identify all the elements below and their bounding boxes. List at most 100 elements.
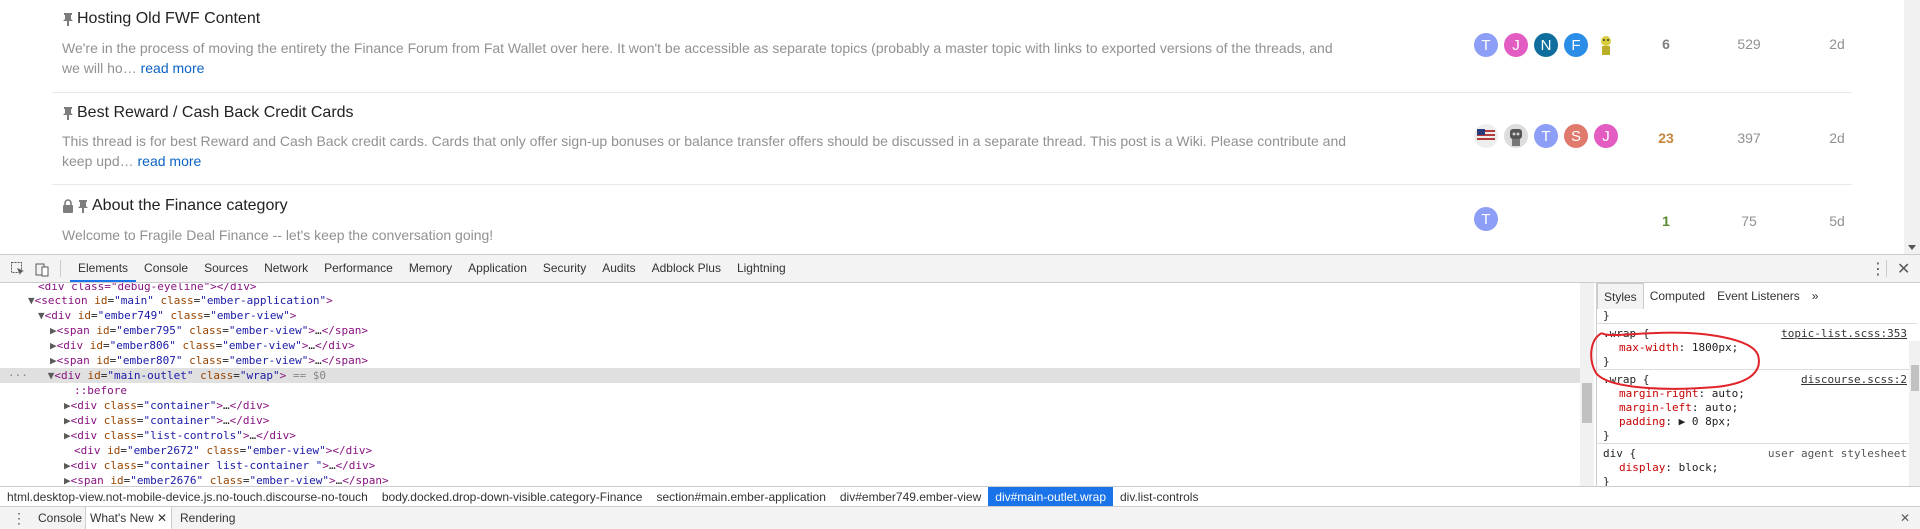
breadcrumb-item-selected[interactable]: div#main-outlet.wrap (988, 487, 1113, 507)
activity-time[interactable]: 5d (1807, 213, 1867, 229)
rule-selector[interactable]: div { (1603, 447, 1636, 461)
avatar[interactable]: J (1594, 124, 1618, 148)
tab-performance[interactable]: Performance (316, 255, 401, 282)
rule-selector[interactable]: .wrap { (1603, 373, 1649, 387)
elements-tree[interactable]: <div class="debug-eyeline"></div> ▼<sect… (0, 283, 1580, 486)
topic-title-text[interactable]: Best Reward / Cash Back Credit Cards (77, 104, 354, 122)
style-declaration[interactable]: margin-left: auto; (1619, 401, 1738, 415)
dom-node[interactable]: ▶<div class="list-controls">…</div> (0, 428, 1580, 443)
avatar[interactable] (1504, 124, 1528, 148)
collapse-triangle-icon[interactable]: ▶ (64, 414, 71, 427)
tab-audits[interactable]: Audits (594, 255, 643, 282)
dom-node[interactable]: ▶<span id="ember807" class="ember-view">… (0, 353, 1580, 368)
avatar[interactable]: F (1564, 33, 1588, 57)
avatar[interactable]: T (1474, 207, 1498, 231)
dom-node[interactable]: ▶<span id="ember795" class="ember-view">… (0, 323, 1580, 338)
avatar[interactable]: N (1534, 33, 1558, 57)
topic-title-text[interactable]: About the Finance category (92, 197, 288, 215)
activity-time[interactable]: 2d (1807, 36, 1867, 52)
avatar[interactable]: S (1564, 124, 1588, 148)
topic-title-link[interactable]: About the Finance category (62, 197, 288, 215)
style-declaration[interactable]: padding: ▶ 0 8px; (1619, 415, 1732, 429)
dom-node[interactable]: ▶<div class="container">…</div> (0, 398, 1580, 413)
dom-node-selected[interactable]: ··· ▼<div id="main-outlet" class="wrap">… (0, 368, 1580, 383)
drawer-tab-rendering[interactable]: Rendering (180, 507, 235, 529)
activity-time[interactable]: 2d (1807, 130, 1867, 146)
tab-event-listeners[interactable]: Event Listeners (1711, 283, 1806, 309)
avatar[interactable] (1474, 124, 1498, 148)
elements-scrollbar[interactable] (1580, 283, 1594, 486)
rule-source-link[interactable]: topic-list.scss:353 (1781, 327, 1907, 340)
scrollbar-thumb[interactable] (1582, 383, 1592, 423)
collapse-triangle-icon[interactable]: ▶ (64, 429, 71, 442)
dom-node[interactable]: ▶<div class="container">…</div> (0, 413, 1580, 428)
replies-count[interactable]: 6 (1636, 36, 1696, 52)
more-tabs-icon[interactable]: » (1806, 283, 1825, 309)
topic-title-link[interactable]: Hosting Old FWF Content (62, 10, 260, 28)
styles-scrollbar[interactable] (1909, 341, 1920, 486)
topic-row[interactable]: Best Reward / Cash Back Credit Cards Thi… (52, 93, 1852, 185)
dom-node[interactable]: ▶<span id="ember2676" class="ember-view"… (0, 473, 1580, 486)
tab-styles[interactable]: Styles (1597, 283, 1644, 309)
dom-node[interactable]: <div id="ember2672" class="ember-view"><… (0, 443, 1580, 458)
dom-node[interactable]: ::before (0, 383, 1580, 398)
avatar[interactable]: T (1534, 124, 1558, 148)
collapse-triangle-icon[interactable]: ▶ (64, 474, 71, 486)
close-drawer-icon[interactable]: ✕ (1900, 507, 1910, 529)
style-declaration[interactable]: display: block; (1619, 461, 1718, 475)
tab-computed[interactable]: Computed (1644, 283, 1711, 309)
dom-node[interactable]: ▶<div class="container list-container ">… (0, 458, 1580, 473)
avatar[interactable]: T (1474, 33, 1498, 57)
page-scrollbar[interactable] (1904, 0, 1920, 254)
breadcrumb-item[interactable]: div.list-controls (1113, 487, 1205, 507)
breadcrumb-item[interactable]: section#main.ember-application (649, 487, 832, 507)
tab-console[interactable]: Console (136, 255, 196, 282)
expand-triangle-icon[interactable]: ▼ (38, 309, 45, 322)
topic-title-link[interactable]: Best Reward / Cash Back Credit Cards (62, 104, 354, 122)
drawer-tab-whats-new[interactable]: What's New ✕ (85, 507, 173, 529)
scroll-down-arrow-icon[interactable] (1908, 245, 1916, 250)
rule-source-link[interactable]: discourse.scss:2 (1801, 373, 1907, 386)
device-toolbar-icon[interactable] (34, 261, 50, 277)
scrollbar-thumb[interactable] (1911, 365, 1919, 391)
ellipsis-icon[interactable]: ··· (8, 369, 28, 382)
collapse-triangle-icon[interactable]: ▶ (50, 354, 57, 367)
topic-title-text[interactable]: Hosting Old FWF Content (77, 10, 260, 28)
style-declaration[interactable]: max-width: 1800px; (1619, 341, 1738, 355)
tab-security[interactable]: Security (535, 255, 594, 282)
collapse-triangle-icon[interactable]: ▶ (64, 459, 71, 472)
tab-memory[interactable]: Memory (401, 255, 460, 282)
drawer-tab-console[interactable]: Console (38, 507, 82, 529)
tab-adblock-plus[interactable]: Adblock Plus (644, 255, 729, 282)
tab-network[interactable]: Network (256, 255, 316, 282)
replies-count[interactable]: 1 (1636, 213, 1696, 229)
close-tab-icon[interactable]: ✕ (157, 511, 167, 525)
dom-node[interactable]: ▶<div id="ember806" class="ember-view">…… (0, 338, 1580, 353)
tab-application[interactable]: Application (460, 255, 535, 282)
tab-elements[interactable]: Elements (70, 255, 137, 282)
collapse-triangle-icon[interactable]: ▶ (64, 399, 71, 412)
close-devtools-icon[interactable]: ✕ (1897, 259, 1910, 278)
dom-node[interactable]: ▼<div id="ember749" class="ember-view"> (0, 308, 1580, 323)
breadcrumb-item[interactable]: html.desktop-view.not-mobile-device.js.n… (0, 487, 375, 507)
avatar[interactable] (1594, 33, 1618, 57)
topic-row[interactable]: About the Finance category Welcome to Fr… (52, 185, 1852, 254)
expand-triangle-icon[interactable]: ▼ (28, 294, 35, 307)
drawer-tab-label[interactable]: What's New (90, 511, 154, 525)
drawer-menu-icon[interactable]: ⋮ (12, 507, 26, 529)
replies-count[interactable]: 23 (1636, 130, 1696, 146)
breadcrumb-item[interactable]: body.docked.drop-down-visible.category-F… (375, 487, 650, 507)
tab-lightning[interactable]: Lightning (729, 255, 794, 282)
breadcrumb-item[interactable]: div#ember749.ember-view (833, 487, 988, 507)
style-declaration[interactable]: margin-right: auto; (1619, 387, 1745, 401)
read-more-link[interactable]: read more (141, 60, 205, 76)
collapse-triangle-icon[interactable]: ▶ (50, 339, 57, 352)
more-options-icon[interactable]: ⋮ (1870, 259, 1886, 278)
dom-node[interactable]: ▼<section id="main" class="ember-applica… (0, 293, 1580, 308)
avatar[interactable]: J (1504, 33, 1528, 57)
rule-selector[interactable]: .wrap { (1603, 327, 1649, 341)
read-more-link[interactable]: read more (138, 153, 202, 169)
inspect-element-icon[interactable] (10, 261, 26, 277)
tab-sources[interactable]: Sources (196, 255, 256, 282)
collapse-triangle-icon[interactable]: ▶ (50, 324, 57, 337)
